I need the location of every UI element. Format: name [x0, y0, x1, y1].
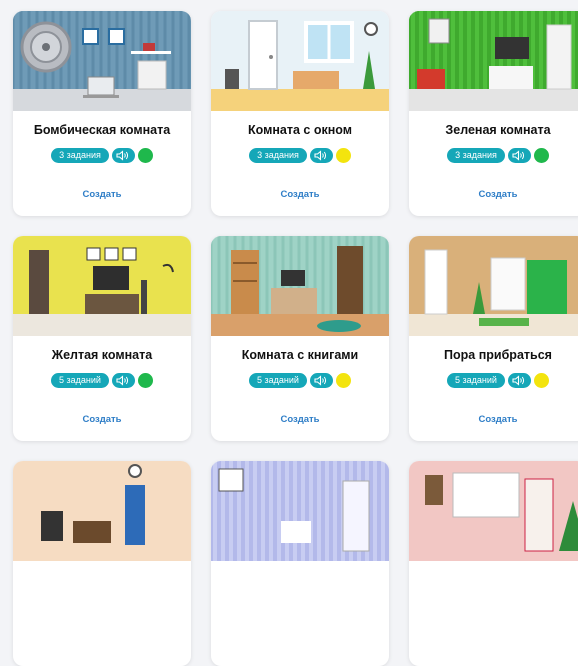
room-title: Желтая комната: [51, 348, 153, 362]
room-card[interactable]: Желтая комната 5 заданий Создать: [13, 236, 191, 441]
room-badges: 5 заданий: [13, 373, 191, 388]
create-room-link[interactable]: Создать: [211, 414, 389, 425]
difficulty-indicator: [137, 373, 153, 388]
tasks-count-badge: 3 задания: [51, 148, 109, 163]
room-card[interactable]: [211, 461, 389, 666]
speaker-icon: [507, 148, 531, 163]
tasks-count-badge: 3 задания: [447, 148, 505, 163]
room-card[interactable]: Пора прибраться 5 заданий Создать: [409, 236, 578, 441]
room-title: Комната с окном: [248, 123, 352, 137]
room-thumbnail[interactable]: [211, 236, 389, 336]
room-badges: 5 заданий: [409, 373, 578, 388]
room-title: Бомбическая комната: [33, 123, 171, 137]
speaker-icon: [309, 148, 333, 163]
tasks-count-badge: 3 задания: [249, 148, 307, 163]
tasks-count-badge: 5 заданий: [447, 373, 505, 388]
room-card[interactable]: Бомбическая комната 3 задания Создать: [13, 11, 191, 216]
room-card[interactable]: Комната с книгами 5 заданий Создать: [211, 236, 389, 441]
room-thumbnail[interactable]: [13, 461, 191, 561]
create-room-link[interactable]: Создать: [409, 414, 578, 425]
difficulty-indicator: [335, 148, 351, 163]
room-thumbnail[interactable]: [211, 11, 389, 111]
room-thumbnail[interactable]: [409, 461, 578, 561]
difficulty-indicator: [335, 373, 351, 388]
difficulty-indicator: [533, 148, 549, 163]
room-title: Зеленая комната: [445, 123, 551, 137]
room-card[interactable]: [13, 461, 191, 666]
difficulty-indicator: [137, 148, 153, 163]
room-badges: 5 заданий: [211, 373, 389, 388]
room-title: Комната с книгами: [241, 348, 359, 362]
tasks-count-badge: 5 заданий: [51, 373, 109, 388]
room-thumbnail[interactable]: [409, 11, 578, 111]
tasks-count-badge: 5 заданий: [249, 373, 307, 388]
create-room-link[interactable]: Создать: [13, 414, 191, 425]
room-card[interactable]: Зеленая комната 3 задания Создать: [409, 11, 578, 216]
speaker-icon: [111, 373, 135, 388]
create-room-link[interactable]: Создать: [211, 189, 389, 200]
room-thumbnail[interactable]: [409, 236, 578, 336]
create-room-link[interactable]: Создать: [13, 189, 191, 200]
difficulty-indicator: [533, 373, 549, 388]
create-room-link[interactable]: Создать: [409, 189, 578, 200]
speaker-icon: [309, 373, 333, 388]
room-badges: 3 задания: [409, 148, 578, 163]
room-title: Пора прибраться: [444, 348, 552, 362]
room-card[interactable]: [409, 461, 578, 666]
room-badges: 3 задания: [13, 148, 191, 163]
room-thumbnail[interactable]: [13, 11, 191, 111]
room-thumbnail[interactable]: [211, 461, 389, 561]
room-thumbnail[interactable]: [13, 236, 191, 336]
room-grid: Бомбическая комната 3 задания Создать Ком…: [0, 0, 578, 666]
speaker-icon: [111, 148, 135, 163]
room-badges: 3 задания: [211, 148, 389, 163]
room-card[interactable]: Комната с окном 3 задания Создать: [211, 11, 389, 216]
speaker-icon: [507, 373, 531, 388]
